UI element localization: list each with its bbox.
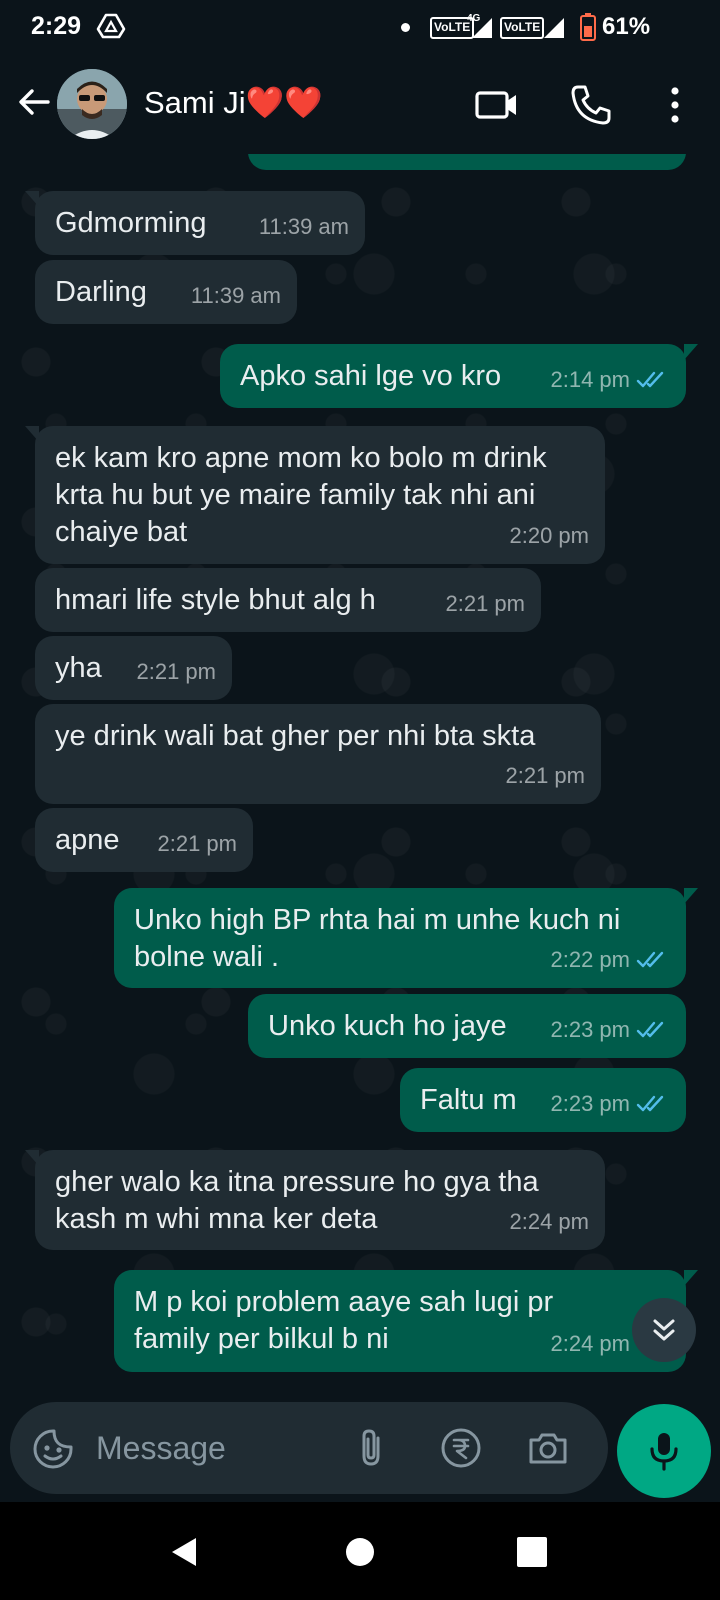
- message-text: gher walo ka itna pressure ho gya tha ka…: [55, 1166, 539, 1235]
- message-bubble[interactable]: Unko kuch ho jaye 2:23 pm: [248, 994, 686, 1058]
- message-time: 2:20 pm: [509, 523, 590, 548]
- message-time: 2:21 pm: [136, 659, 217, 684]
- message-time: 2:21 pm: [505, 763, 586, 788]
- attach-icon[interactable]: [350, 1426, 394, 1470]
- battery-icon: [580, 13, 596, 41]
- message-bubble[interactable]: hmari life style bhut alg h 2:21 pm: [35, 568, 541, 632]
- message-time: 2:22 pm: [550, 947, 631, 972]
- message-time: 2:23 pm: [550, 1091, 631, 1116]
- contact-avatar[interactable]: [57, 69, 127, 139]
- volte-badge-2: VoLTE: [500, 17, 545, 39]
- message-text: ek kam kro apne mom ko bolo m drink krta…: [55, 442, 547, 548]
- message-time: 2:24 pm: [509, 1209, 590, 1234]
- message-bubble[interactable]: Gdmorming 11:39 am: [25, 191, 365, 255]
- voice-message-button[interactable]: [617, 1404, 711, 1498]
- chat-header: Sami Ji❤️❤️: [0, 56, 720, 154]
- message-time: 2:21 pm: [157, 831, 238, 856]
- notification-dot: [401, 23, 410, 32]
- message-bubble[interactable]: Unko high BP rhta hai m unhe kuch ni bol…: [114, 888, 698, 988]
- message-time: 2:14 pm: [550, 367, 631, 392]
- message-bubble[interactable]: M p koi problem aaye sah lugi pr family …: [114, 1270, 698, 1372]
- read-ticks-icon: [636, 1095, 664, 1111]
- message-bubble[interactable]: Apko sahi lge vo kro 2:14 pm: [220, 344, 698, 408]
- message-bubble[interactable]: ek kam kro apne mom ko bolo m drink krta…: [25, 426, 605, 564]
- message-bubble-partial[interactable]: [248, 154, 686, 170]
- nav-back-icon[interactable]: [166, 1534, 202, 1570]
- sticker-emoji-icon[interactable]: [32, 1428, 74, 1470]
- message-bubble[interactable]: Darling 11:39 am: [35, 260, 297, 324]
- message-time: 2:23 pm: [550, 1017, 631, 1042]
- status-bar: 2:29 VoLTE 4G VoLTE 61%: [0, 0, 720, 56]
- back-arrow-icon[interactable]: [14, 82, 54, 122]
- message-composer: [10, 1402, 608, 1494]
- message-input[interactable]: [96, 1424, 326, 1472]
- double-chevron-down-icon: [653, 1319, 675, 1341]
- signal-icon-2: [544, 18, 564, 38]
- payment-rupee-icon[interactable]: [439, 1426, 483, 1470]
- message-bubble[interactable]: ye drink wali bat gher per nhi bta skta …: [35, 704, 601, 804]
- system-navigation-bar: [0, 1502, 720, 1600]
- microphone-icon: [650, 1433, 678, 1471]
- more-options-icon[interactable]: [652, 82, 698, 128]
- message-time: 2:24 pm: [550, 1331, 631, 1356]
- message-time: 2:21 pm: [445, 591, 526, 616]
- message-bubble[interactable]: gher walo ka itna pressure ho gya tha ka…: [25, 1150, 605, 1250]
- contact-name[interactable]: Sami Ji❤️❤️: [144, 84, 323, 121]
- chat-area[interactable]: Gdmorming 11:39 am Darling 11:39 am Apko…: [0, 154, 720, 1392]
- nav-home-icon[interactable]: [342, 1534, 378, 1570]
- video-call-icon[interactable]: [474, 82, 520, 128]
- avatar-photo: [57, 69, 127, 139]
- message-time: 11:39 am: [190, 283, 281, 308]
- scroll-to-bottom-button[interactable]: [632, 1298, 696, 1362]
- voice-call-icon[interactable]: [568, 82, 614, 128]
- message-time: 11:39 am: [258, 214, 349, 239]
- read-ticks-icon: [636, 951, 664, 967]
- battery-percent: 61%: [602, 13, 651, 40]
- network-type: 4G: [467, 13, 481, 24]
- message-bubble[interactable]: Faltu m 2:23 pm: [400, 1068, 686, 1132]
- camera-icon[interactable]: [526, 1426, 570, 1470]
- read-ticks-icon: [636, 371, 664, 387]
- status-time: 2:29: [31, 12, 82, 40]
- message-text: ye drink wali bat gher per nhi bta skta: [55, 720, 536, 752]
- message-bubble[interactable]: apne 2:21 pm: [35, 808, 253, 872]
- message-bubble[interactable]: yha 2:21 pm: [35, 636, 232, 700]
- message-text: M p koi problem aaye sah lugi pr family …: [134, 1286, 554, 1355]
- composer-bar: [0, 1392, 720, 1502]
- read-ticks-icon: [636, 1021, 664, 1037]
- drive-icon: [96, 13, 126, 39]
- nav-recents-icon[interactable]: [514, 1534, 550, 1570]
